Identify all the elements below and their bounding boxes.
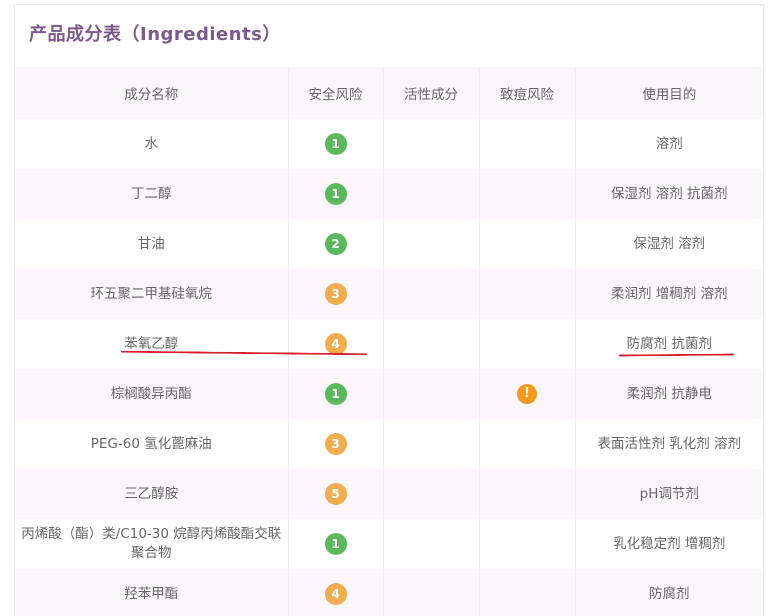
table-row: 苯氧乙醇 4 防腐剂 抗菌剂 — [15, 319, 763, 369]
header-active-ingredient: 活性成分 — [383, 67, 480, 119]
risk-badge: 1 — [324, 133, 347, 155]
safety-risk-cell: 5 — [288, 469, 384, 519]
header-ingredient-name: 成分名称 — [15, 67, 289, 119]
safety-risk-cell: 1 — [288, 169, 384, 219]
table-row: 羟苯甲酯 4 防腐剂 — [15, 569, 763, 616]
acne-risk-cell — [479, 269, 576, 319]
active-ingredient-cell — [383, 369, 480, 419]
panel-title: 产品成分表（Ingredients） — [29, 24, 281, 45]
acne-risk-cell — [479, 169, 576, 219]
purpose-cell: 乳化稳定剂 增稠剂 — [613, 535, 726, 552]
purpose-cell: pH调节剂 — [639, 485, 699, 502]
header-purpose: 使用目的 — [642, 87, 697, 103]
acne-risk-cell — [479, 519, 576, 569]
ingredient-name: 苯氧乙醇 — [15, 319, 289, 369]
purpose-cell: 柔润剂 抗静电 — [626, 385, 712, 402]
safety-risk-cell: 3 — [288, 269, 384, 319]
ingredients-panel: 产品成分表（Ingredients） 成分名称 安全风险 活性成分 致痘风险 使… — [14, 4, 764, 616]
active-ingredient-cell — [383, 419, 480, 469]
active-ingredient-cell — [383, 219, 480, 269]
active-ingredient-cell — [383, 169, 480, 219]
purpose-cell: 柔润剂 增稠剂 溶剂 — [610, 285, 728, 302]
acne-warning-icon: ! — [517, 384, 537, 404]
active-ingredient-cell — [383, 569, 480, 616]
header-safety-risk: 安全风险 — [288, 67, 384, 119]
table-header-row: 成分名称 安全风险 活性成分 致痘风险 使用目的 — [15, 67, 763, 119]
safety-risk-cell: 2 — [288, 219, 384, 269]
acne-risk-cell — [479, 219, 576, 269]
acne-risk-cell — [479, 569, 576, 616]
safety-risk-cell: 1 — [288, 119, 384, 169]
ingredient-name: 水 — [15, 119, 289, 169]
table-row: 水 1 溶剂 — [15, 119, 763, 169]
ingredient-name: PEG-60 氢化蓖麻油 — [15, 419, 289, 469]
safety-risk-cell: 3 — [288, 419, 384, 469]
safety-risk-cell: 4 — [288, 319, 384, 369]
table-row: 丁二醇 1 保湿剂 溶剂 抗菌剂 — [15, 169, 763, 219]
purpose-cell: 防腐剂 — [649, 585, 690, 602]
active-ingredient-cell — [383, 269, 480, 319]
active-ingredient-cell — [383, 469, 480, 519]
header-acne-risk: 致痘风险 — [479, 67, 576, 119]
acne-risk-cell — [479, 119, 576, 169]
risk-badge: 1 — [324, 383, 347, 405]
purpose-cell: 防腐剂 抗菌剂 — [626, 335, 712, 352]
table-row: 甘油 2 保湿剂 溶剂 — [15, 219, 763, 269]
risk-badge: 2 — [324, 233, 347, 255]
risk-badge: 1 — [324, 183, 347, 205]
safety-risk-cell: 1 — [288, 519, 384, 569]
risk-badge: 5 — [324, 483, 347, 505]
acne-risk-cell — [479, 319, 576, 369]
acne-risk-cell — [479, 419, 576, 469]
acne-risk-cell — [479, 469, 576, 519]
table-row: 丙烯酸（酯）类/C10-30 烷醇丙烯酸酯交联聚合物 1 乳化稳定剂 增稠剂 — [15, 519, 763, 569]
purpose-cell: 溶剂 — [655, 135, 683, 152]
ingredients-table: 成分名称 安全风险 活性成分 致痘风险 使用目的 水 1 溶剂丁二醇 1 保湿剂 溶剂 … — [15, 67, 763, 616]
ingredient-name: 丙烯酸（酯）类/C10-30 烷醇丙烯酸酯交联聚合物 — [15, 519, 289, 569]
active-ingredient-cell — [383, 319, 480, 369]
ingredient-name: 甘油 — [15, 219, 289, 269]
risk-badge: 1 — [324, 533, 347, 555]
purpose-cell: 表面活性剂 乳化剂 溶剂 — [597, 435, 742, 452]
ingredient-name: 环五聚二甲基硅氧烷 — [15, 269, 289, 319]
risk-badge: 3 — [324, 283, 347, 305]
table-body: 水 1 溶剂丁二醇 1 保湿剂 溶剂 抗菌剂甘油 2 保湿剂 溶剂环五聚二甲基硅氧烷 3 柔润剂… — [15, 119, 763, 616]
table-row: 棕榈酸异丙酯 1! 柔润剂 抗静电 — [15, 369, 763, 419]
active-ingredient-cell — [383, 119, 480, 169]
table-row: PEG-60 氢化蓖麻油 3 表面活性剂 乳化剂 溶剂 — [15, 419, 763, 469]
safety-risk-cell: 1 — [288, 369, 384, 419]
ingredient-name: 丁二醇 — [15, 169, 289, 219]
safety-risk-cell: 4 — [288, 569, 384, 616]
table-row: 三乙醇胺 5 pH调节剂 — [15, 469, 763, 519]
ingredient-name: 棕榈酸异丙酯 — [15, 369, 289, 419]
ingredient-name: 三乙醇胺 — [15, 469, 289, 519]
risk-badge: 4 — [324, 333, 347, 355]
purpose-cell: 保湿剂 溶剂 — [633, 235, 706, 252]
risk-badge: 4 — [324, 583, 347, 605]
ingredient-name: 羟苯甲酯 — [15, 569, 289, 616]
purpose-cell: 保湿剂 溶剂 抗菌剂 — [610, 185, 728, 202]
acne-risk-cell: ! — [479, 369, 576, 419]
risk-badge: 3 — [324, 433, 347, 455]
active-ingredient-cell — [383, 519, 480, 569]
table-row: 环五聚二甲基硅氧烷 3 柔润剂 增稠剂 溶剂 — [15, 269, 763, 319]
